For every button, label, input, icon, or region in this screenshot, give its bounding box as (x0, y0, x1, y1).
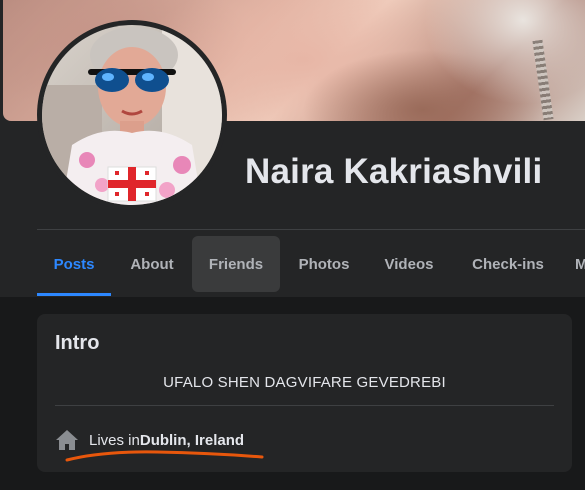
tab-check-ins[interactable]: Check-ins (458, 236, 558, 292)
header-divider (37, 229, 585, 230)
intro-divider (55, 405, 554, 406)
profile-header: Naira Kakriashvili Posts About Friends P… (0, 0, 585, 297)
cover-zipper-detail (532, 39, 554, 121)
tab-friends[interactable]: Friends (192, 236, 280, 292)
tab-photos[interactable]: Photos (286, 236, 362, 292)
intro-bio: UFALO SHEN DAGVIFARE GEVEDREBI (163, 374, 446, 391)
profile-page: Naira Kakriashvili Posts About Friends P… (0, 0, 585, 490)
tab-about[interactable]: About (117, 236, 187, 292)
profile-tabs: Posts About Friends Photos Videos Check-… (37, 236, 585, 296)
tab-posts[interactable]: Posts (37, 236, 111, 296)
avatar[interactable] (42, 25, 222, 205)
tab-videos[interactable]: Videos (371, 236, 447, 292)
intro-title: Intro (55, 332, 100, 354)
profile-name: Naira Kakriashvili (245, 152, 543, 191)
avatar-image (42, 25, 222, 205)
annotation-underline (65, 450, 264, 462)
tab-more[interactable]: M (567, 236, 585, 292)
